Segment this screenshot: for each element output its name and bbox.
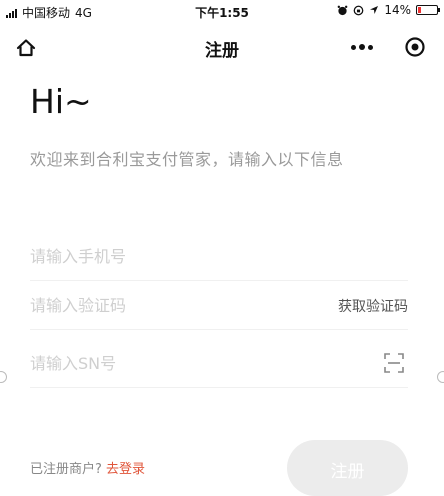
- greeting-subtitle: 欢迎来到合利宝支付管家，请输入以下信息: [30, 150, 344, 169]
- sn-input[interactable]: [30, 341, 290, 385]
- register-button[interactable]: 注册: [287, 440, 408, 496]
- code-field: 获取验证码: [30, 283, 408, 330]
- register-button-label: 注册: [330, 462, 365, 482]
- phone-field: [30, 234, 408, 281]
- status-bar: 中国移动 4G 下午1:55 14%: [0, 0, 444, 22]
- login-question: 已注册商户?: [30, 462, 102, 477]
- sn-field: [30, 341, 408, 388]
- orientation-lock-icon: [353, 5, 364, 15]
- login-link[interactable]: 去登录: [106, 462, 145, 477]
- more-icon[interactable]: [342, 33, 382, 61]
- greeting-title: Hi~: [30, 82, 92, 121]
- capsule-menu: [342, 33, 430, 61]
- alarm-icon: [337, 5, 348, 15]
- right-edge-handle: [437, 371, 444, 383]
- login-prompt: 已注册商户? 去登录: [30, 458, 145, 477]
- get-code-button[interactable]: 获取验证码: [338, 296, 408, 316]
- battery-percent: 14%: [384, 3, 411, 17]
- battery-fill: [418, 7, 421, 13]
- left-edge-handle: [0, 371, 7, 383]
- phone-input[interactable]: [30, 234, 290, 278]
- verification-code-input[interactable]: [30, 283, 290, 327]
- nav-bar: 注册: [0, 26, 444, 68]
- status-right: 14%: [337, 3, 440, 17]
- battery-icon: [416, 5, 440, 15]
- location-icon: [370, 6, 379, 14]
- scan-icon[interactable]: [382, 351, 406, 375]
- target-icon[interactable]: [400, 33, 430, 61]
